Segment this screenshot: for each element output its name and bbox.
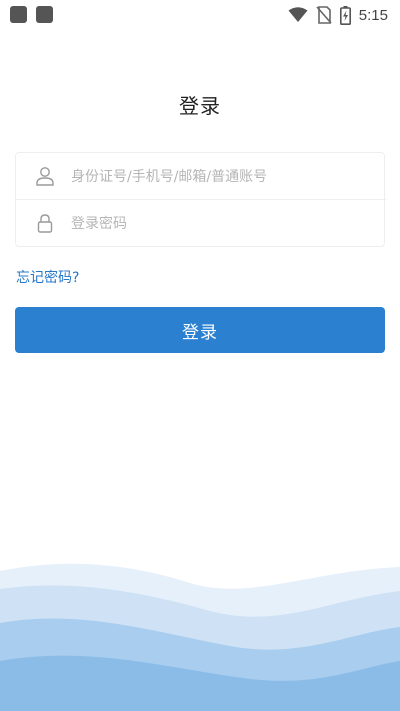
password-input[interactable] bbox=[71, 200, 371, 247]
page-title: 登录 bbox=[179, 94, 221, 118]
status-icons: 5:15 bbox=[288, 4, 388, 26]
app-square-icon bbox=[10, 6, 27, 23]
battery-charging-icon bbox=[339, 5, 351, 25]
no-sim-icon bbox=[316, 6, 332, 24]
wifi-icon bbox=[288, 7, 308, 22]
password-field bbox=[16, 200, 386, 247]
forgot-password-link[interactable]: 忘记密码? bbox=[16, 267, 79, 287]
status-time: 5:15 bbox=[358, 6, 388, 24]
username-field bbox=[16, 153, 386, 200]
username-input[interactable] bbox=[71, 153, 371, 200]
wave-decoration bbox=[0, 563, 400, 711]
status-bar: 5:15 bbox=[0, 0, 400, 30]
login-button[interactable]: 登录 bbox=[15, 307, 385, 353]
login-form bbox=[15, 152, 386, 247]
app-square-icon bbox=[36, 6, 53, 23]
user-icon bbox=[36, 167, 54, 186]
lock-icon bbox=[37, 214, 53, 233]
